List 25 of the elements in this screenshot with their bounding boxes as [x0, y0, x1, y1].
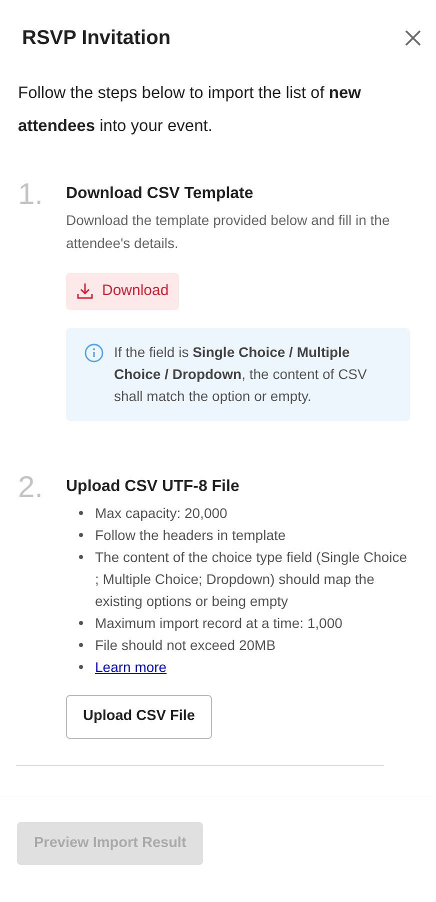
- bullet-text: The content of the choice type field (Single Choice ; Multiple Choice; Dropdown) should map the existing options or being empty: [95, 548, 408, 611]
- bullet-dot: [79, 664, 83, 669]
- bullet-text: File should not exceed 20MB: [95, 636, 276, 655]
- close-icon: [404, 28, 422, 46]
- step-number: 2.: [18, 472, 44, 506]
- step-number: 1.: [18, 180, 44, 213]
- step-title: Download CSV Template: [66, 184, 254, 204]
- bullet-dot: [79, 642, 83, 647]
- bullet-dot: [79, 620, 83, 625]
- learn-more-link[interactable]: Learn more: [95, 656, 167, 678]
- bullet-dot: [79, 532, 83, 537]
- download-button[interactable]: Download: [66, 273, 179, 310]
- bullet-dot: [79, 510, 83, 515]
- bullet-text: Follow the headers in template: [95, 526, 286, 545]
- intro-text: Follow the steps below to import the list of new attendees into your event.: [18, 83, 362, 137]
- bullet-text: Max capacity: 20,000: [95, 504, 228, 523]
- bullet-dot: [79, 554, 83, 559]
- dialog-title: RSVP Invitation: [22, 26, 171, 50]
- info-icon: [84, 342, 104, 363]
- upload-button[interactable]: Upload CSV File: [66, 694, 212, 739]
- step-title: Upload CSV UTF-8 File: [66, 476, 240, 496]
- bullet-text: Maximum import record at a time: 1,000: [95, 614, 342, 633]
- info-text: If the field is Single Choice / Multiple Choice / Dropdown, the content of CSV shall match the option or empty.: [114, 342, 368, 406]
- step-description: Download the template provided below and fill in the attendee's details.: [66, 211, 391, 254]
- download-icon: [76, 282, 94, 300]
